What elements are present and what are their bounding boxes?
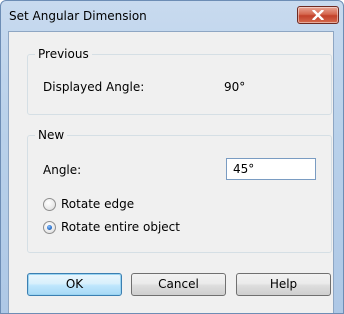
displayed-angle-label: Displayed Angle: xyxy=(43,80,145,94)
rotate-edge-label: Rotate edge xyxy=(61,197,135,211)
new-group-legend: New xyxy=(35,128,68,142)
close-icon xyxy=(312,10,324,20)
help-button[interactable]: Help xyxy=(236,273,331,296)
previous-group: Previous Displayed Angle: 90° xyxy=(27,47,332,115)
window-title: Set Angular Dimension xyxy=(9,9,147,23)
displayed-angle-value: 90° xyxy=(224,80,246,94)
angle-label: Angle: xyxy=(43,163,82,177)
new-group: New Angle: Rotate edge Rotate entire obj… xyxy=(27,128,332,253)
ok-button[interactable]: OK xyxy=(27,273,122,296)
cancel-button[interactable]: Cancel xyxy=(131,273,226,296)
rotate-entire-object-label: Rotate entire object xyxy=(61,220,180,234)
rotate-entire-object-option[interactable]: Rotate entire object xyxy=(43,220,180,234)
dialog-body: Previous Displayed Angle: 90° New Angle:… xyxy=(8,31,334,313)
angle-input[interactable] xyxy=(226,158,316,180)
rotate-edge-radio[interactable] xyxy=(43,197,56,211)
dialog-window: Set Angular Dimension Previous Displayed… xyxy=(0,0,344,314)
previous-group-legend: Previous xyxy=(35,47,92,61)
rotate-edge-option[interactable]: Rotate edge xyxy=(43,197,134,211)
title-bar[interactable]: Set Angular Dimension xyxy=(1,1,343,31)
rotate-entire-object-radio[interactable] xyxy=(43,220,56,234)
close-button[interactable] xyxy=(297,6,339,24)
